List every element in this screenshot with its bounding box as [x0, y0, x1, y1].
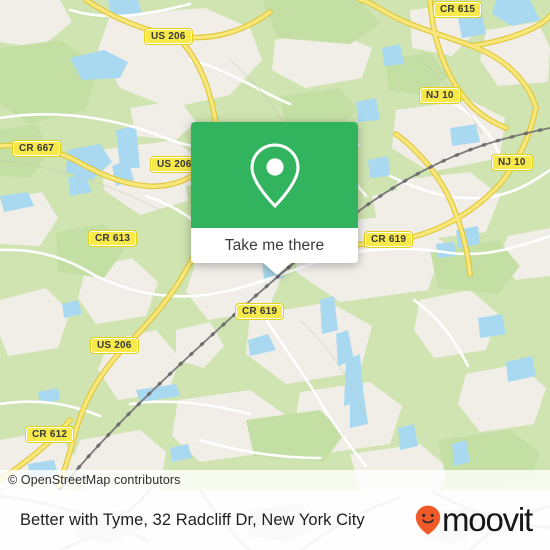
osm-attribution-text: © OpenStreetMap contributors — [8, 473, 181, 487]
road-shield: US 206 — [90, 337, 139, 354]
road-shield: CR 612 — [24, 426, 75, 443]
road-shield: CR 615 — [432, 1, 483, 18]
road-shield: CR 619 — [234, 303, 285, 320]
footer-bar: Better with Tyme, 32 Radcliff Dr, New Yo… — [0, 490, 550, 550]
road-shield: NJ 10 — [491, 154, 533, 171]
moovit-wordmark: moovit — [442, 501, 533, 538]
popup-tail-pointer — [262, 262, 292, 275]
location-title: Better with Tyme, 32 Radcliff Dr, New Yo… — [20, 510, 365, 529]
moovit-map-screenshot: CR 615 US 206 NJ 10 CR 667 US 206 NJ 10 CR 613… — [0, 0, 550, 550]
road-shield: US 206 — [144, 28, 193, 45]
road-shield: CR 667 — [11, 140, 62, 157]
popup-header — [191, 122, 358, 228]
take-me-there-label: Take me there — [224, 236, 325, 254]
map-pin-icon — [249, 143, 300, 209]
map-attribution-bar: © OpenStreetMap contributors — [0, 470, 550, 490]
moovit-brand[interactable]: moovit — [415, 501, 550, 538]
popup-body: Take me there — [191, 122, 358, 263]
popup-footer[interactable]: Take me there — [191, 228, 358, 263]
destination-popup[interactable]: Take me there — [191, 122, 358, 275]
road-shield: NJ 10 — [419, 87, 461, 104]
road-shield: CR 613 — [87, 230, 138, 247]
moovit-smiley-pin-icon — [415, 505, 441, 535]
road-shield: CR 619 — [363, 231, 414, 248]
